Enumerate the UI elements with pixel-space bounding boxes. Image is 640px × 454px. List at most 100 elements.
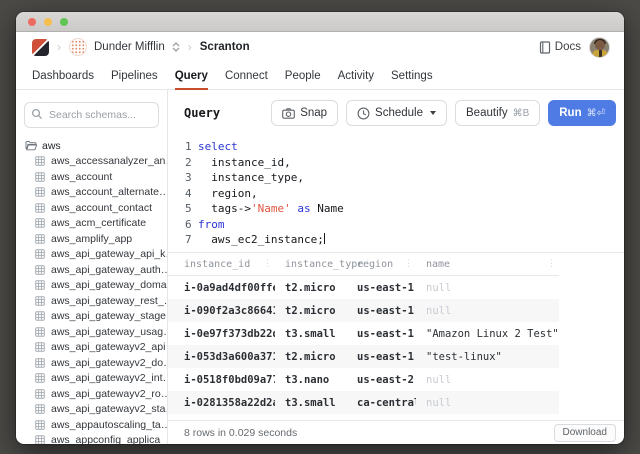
camera-icon [282,107,296,119]
table-row[interactable]: i-0e97f373db22dfa3f t3.small us-east-1 "… [168,322,559,345]
query-title: Query [184,106,221,120]
code-line: 3 instance_type, [185,171,304,184]
tab-activity[interactable]: Activity [338,62,374,89]
table-item[interactable]: aws_api_gatewayv2_do… [25,355,167,371]
tab-dashboards[interactable]: Dashboards [32,62,94,89]
table-grid-icon [35,202,46,213]
results-header: instance_id ⋮ instance_type ⋮ region ⋮ name… [168,253,559,276]
download-button[interactable]: Download [553,423,616,442]
table-item[interactable]: aws_api_gatewayv2_api [25,340,167,356]
table-item[interactable]: aws_api_gateway_auth… [25,262,167,278]
run-label: Run [559,107,582,119]
tab-pipelines[interactable]: Pipelines [111,62,158,89]
chevron-right-icon: › [187,40,192,54]
search-schemas-input[interactable] [24,102,159,128]
table-item[interactable]: aws_appautoscaling_ta… [25,417,167,433]
table-item[interactable]: aws_api_gateway_doma… [25,278,167,294]
table-grid-icon [35,187,46,198]
tab-query[interactable]: Query [174,62,209,90]
table-item[interactable]: aws_account_contact [25,200,167,216]
table-grid-icon [35,388,46,399]
code-line: 5 tags->'Name' as Name [185,202,344,215]
sql-editor[interactable]: 1 select 2 instance_id, 3 instance_type, … [168,136,624,253]
org-name[interactable]: Dunder Mifflin [94,41,165,53]
text-cursor [323,233,325,244]
table-grid-icon [35,264,46,275]
schedule-button[interactable]: Schedule [346,100,448,126]
docs-link[interactable]: Docs [539,40,581,54]
table-grid-icon [35,419,46,430]
tab-settings[interactable]: Settings [391,62,433,89]
maximize-button[interactable] [60,17,68,26]
schema-folder-label: aws [42,139,61,152]
code-line: 1 select [185,140,238,153]
table-item[interactable]: aws_api_gatewayv2_int… [25,371,167,387]
table-item[interactable]: aws_amplify_app [25,231,167,247]
column-header-name[interactable]: name ⋮ [416,253,559,275]
table-item[interactable]: aws_api_gatewayv2_sta… [25,402,167,418]
table-item[interactable]: aws_appconfig_applica [25,433,167,444]
folder-open-icon [25,140,37,151]
column-menu-icon[interactable]: ⋮ [263,259,275,269]
chevron-down-icon [430,111,437,115]
query-panel: Query Snap Schedule Beautify ⌘B Run ⌘⏎ 1… [168,90,624,444]
table-item[interactable]: aws_api_gatewayv2_ro… [25,386,167,402]
table-row[interactable]: i-053d3a600a37137be t2.micro us-east-1 "… [168,345,559,368]
column-header-instance-id[interactable]: instance_id ⋮ [168,253,275,275]
table-item[interactable]: aws_api_gateway_usag… [25,324,167,340]
macos-titlebar [16,12,624,32]
query-status: 8 rows in 0.029 seconds [184,426,298,439]
user-avatar[interactable] [589,36,610,58]
snap-button[interactable]: Snap [271,100,339,126]
table-item[interactable]: aws_acm_certificate [25,216,167,232]
beautify-button[interactable]: Beautify ⌘B [455,100,541,126]
table-item[interactable]: aws_api_gateway_rest_… [25,293,167,309]
run-button[interactable]: Run ⌘⏎ [548,100,616,126]
column-header-region[interactable]: region ⋮ [347,253,416,275]
schedule-label: Schedule [375,107,424,119]
query-toolbar: Query Snap Schedule Beautify ⌘B Run ⌘⏎ [168,90,624,136]
code-line: 2 instance_id, [185,155,291,169]
snap-label: Snap [300,107,328,119]
table-grid-icon [35,280,46,291]
app-header: › Dunder Mifflin › Scranton Docs [16,32,624,62]
table-row[interactable]: i-090f2a3c866415f2f t2.micro us-east-1 n… [168,299,559,322]
column-header-instance-type[interactable]: instance_type ⋮ [275,253,372,275]
table-row[interactable]: i-0281358a22d2a95b6 t3.small ca-central-… [168,391,559,414]
minimize-button[interactable] [44,17,52,26]
table-grid-icon [35,342,46,353]
org-avatar[interactable] [69,38,87,56]
table-item[interactable]: aws_api_gateway_api_k… [25,247,167,263]
table-item[interactable]: aws_account [25,169,167,185]
table-item[interactable]: aws_accessanalyzer_an… [25,154,167,170]
table-grid-icon [35,171,46,182]
schema-folder-aws[interactable]: aws [25,138,167,154]
table-grid-icon [35,295,46,306]
column-menu-icon[interactable]: ⋮ [547,259,559,269]
column-menu-icon[interactable]: ⋮ [404,259,416,269]
schema-tree: aws aws_accessanalyzer_an… aws_account a… [16,138,167,444]
table-grid-icon [35,249,46,260]
table-item[interactable]: aws_account_alternate… [25,185,167,201]
table-grid-icon [35,435,46,444]
table-row[interactable]: i-0a9ad4df00ffe0b75 t2.micro us-east-1 n… [168,276,559,299]
docs-icon [539,40,551,54]
schema-sidebar: aws aws_accessanalyzer_an… aws_account a… [16,90,168,444]
results-footer: 8 rows in 0.029 seconds Download [168,420,624,444]
steampipe-logo-icon[interactable] [32,38,49,56]
tab-people[interactable]: People [285,62,321,89]
table-row[interactable]: i-0518f0bd09a77d5d2 t3.nano us-east-2 nu… [168,368,559,391]
code-line: 6 from [185,217,225,231]
close-button[interactable] [28,17,36,26]
search-icon [31,108,43,120]
tab-connect[interactable]: Connect [225,62,268,89]
main-nav: Dashboards Pipelines Query Connect Peopl… [16,62,624,90]
beautify-shortcut: ⌘B [512,107,530,119]
org-switcher-icon[interactable] [172,42,180,52]
code-line: 7 aws_ec2_instance; [185,233,325,246]
workspace-name[interactable]: Scranton [200,41,250,53]
table-grid-icon [35,357,46,368]
docs-label: Docs [554,41,581,53]
clock-icon [357,107,370,120]
table-item[interactable]: aws_api_gateway_stage [25,309,167,325]
